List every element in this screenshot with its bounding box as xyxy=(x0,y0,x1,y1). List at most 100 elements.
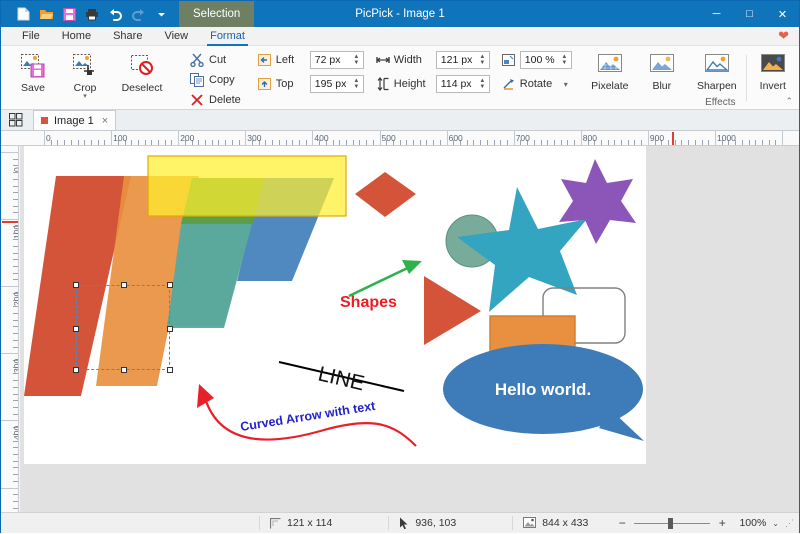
undo-icon[interactable] xyxy=(107,6,123,22)
open-icon[interactable] xyxy=(38,6,54,22)
ruler-minor-tick xyxy=(64,140,65,145)
document-tab-strip: Image 1 × xyxy=(1,110,799,131)
minimize-button[interactable]: ─ xyxy=(700,1,733,27)
ruler-minor-tick xyxy=(13,461,18,462)
crop-icon xyxy=(71,53,99,79)
ruler-minor-tick xyxy=(13,407,18,408)
ruler-minor-tick xyxy=(13,320,18,321)
height-spinner[interactable]: ▲▼ xyxy=(478,78,489,90)
rotate-chevron-down-icon[interactable]: ▾ xyxy=(564,80,568,89)
ruler-minor-tick xyxy=(561,140,562,145)
scale-spinner[interactable]: ▲▼ xyxy=(560,54,571,66)
ruler-minor-tick xyxy=(225,140,226,145)
ruler-minor-tick xyxy=(634,140,635,145)
ruler-minor-tick xyxy=(13,259,18,260)
ruler-minor-tick xyxy=(494,140,495,145)
copy-button[interactable]: Copy xyxy=(185,70,240,89)
height-field-row: Height 114 px ▲▼ xyxy=(376,74,490,94)
ruler-minor-tick xyxy=(286,140,287,145)
ruler-minor-tick xyxy=(702,140,703,145)
left-label: Left xyxy=(276,54,306,66)
width-spinner[interactable]: ▲▼ xyxy=(478,54,489,66)
canvas-work-area[interactable]: Hello world. LINE Shapes Curved Arrow wi… xyxy=(20,146,799,512)
delete-x-icon xyxy=(190,93,204,107)
cursor-position-status: 936, 103 xyxy=(389,513,466,534)
ruler-label: 100 xyxy=(12,225,19,239)
ruler-minor-tick xyxy=(353,140,354,145)
sharpen-label: Sharpen xyxy=(697,80,737,92)
zoom-field-row: 100 % ▲▼ xyxy=(502,50,572,70)
ribbon-collapse-chevron-icon[interactable]: ⌃ xyxy=(785,96,793,107)
ruler-major-tick xyxy=(1,353,19,354)
zoom-slider[interactable] xyxy=(634,518,710,529)
redo-icon[interactable] xyxy=(130,6,146,22)
top-label: Top xyxy=(276,78,306,90)
menu-format[interactable]: Format xyxy=(199,27,256,46)
height-label: Height xyxy=(394,78,432,90)
zoom-slider-thumb[interactable] xyxy=(668,518,673,529)
resize-grip-icon[interactable]: ⋰ xyxy=(785,518,793,529)
ruler-major-tick xyxy=(245,131,246,146)
maximize-button[interactable]: □ xyxy=(733,1,766,27)
thumbnail-grid-icon[interactable] xyxy=(5,110,27,130)
top-align-icon xyxy=(258,77,272,91)
ruler-label: 800 xyxy=(583,133,597,143)
ruler-label: 500 xyxy=(382,133,396,143)
zoom-in-button[interactable]: + xyxy=(716,516,728,530)
menu-view[interactable]: View xyxy=(153,27,199,46)
image-canvas[interactable]: Hello world. LINE Shapes Curved Arrow wi… xyxy=(24,146,646,464)
menu-file[interactable]: File xyxy=(11,27,51,46)
copy-icon xyxy=(190,73,204,87)
selection-mode-tab[interactable]: Selection xyxy=(179,1,254,27)
zoom-out-button[interactable]: − xyxy=(616,516,628,530)
document-tab-image-1[interactable]: Image 1 × xyxy=(33,110,116,130)
vertical-ruler[interactable]: 0100200300400 xyxy=(1,146,19,512)
scale-input[interactable]: 100 % ▲▼ xyxy=(520,51,572,69)
left-input[interactable]: 72 px ▲▼ xyxy=(310,51,364,69)
ruler-label: 0 xyxy=(46,133,51,143)
ruler-minor-tick xyxy=(13,474,18,475)
ruler-major-tick xyxy=(1,152,19,153)
ruler-minor-tick xyxy=(13,239,18,240)
ruler-minor-tick xyxy=(13,454,18,455)
menu-share[interactable]: Share xyxy=(102,27,153,46)
top-spinner[interactable]: ▲▼ xyxy=(352,78,363,90)
print-icon[interactable] xyxy=(84,6,100,22)
height-value: 114 px xyxy=(441,78,472,90)
new-icon[interactable] xyxy=(15,6,31,22)
ruler-label: 0 xyxy=(12,167,19,172)
ruler-minor-tick xyxy=(574,140,575,145)
modified-indicator-icon xyxy=(41,117,48,124)
ruler-minor-tick xyxy=(279,140,280,145)
close-tab-icon[interactable]: × xyxy=(102,115,108,127)
ruler-minor-tick xyxy=(433,140,434,145)
ruler-minor-tick xyxy=(145,140,146,145)
menu-home[interactable]: Home xyxy=(51,27,102,46)
horizontal-ruler[interactable]: 01002003004005006007008009001000 xyxy=(1,131,799,146)
pixelate-icon xyxy=(595,53,625,77)
close-button[interactable]: ✕ xyxy=(766,1,799,27)
customize-icon[interactable] xyxy=(153,6,169,22)
ruler-minor-tick xyxy=(359,140,360,145)
deselect-button[interactable]: Deselect xyxy=(111,49,173,105)
save-icon[interactable] xyxy=(61,6,77,22)
save-button-label: Save xyxy=(21,82,45,94)
cut-button[interactable]: Cut xyxy=(185,50,231,69)
ruler-major-tick xyxy=(111,131,112,146)
rotate-row[interactable]: Rotate ▾ xyxy=(502,74,568,94)
crop-button[interactable]: Crop ▾ xyxy=(59,49,111,105)
scissors-icon xyxy=(190,53,204,67)
heart-icon[interactable]: ❤ xyxy=(778,28,789,44)
left-spinner[interactable]: ▲▼ xyxy=(352,54,363,66)
ruler-minor-tick xyxy=(13,494,18,495)
ribbon-group-position: Left 72 px ▲▼ Top 195 px ▲▼ xyxy=(252,46,370,109)
zoom-chevron-down-icon[interactable]: ⌄ xyxy=(772,519,779,528)
width-input[interactable]: 121 px ▲▼ xyxy=(436,51,490,69)
chevron-down-icon[interactable]: ▾ xyxy=(83,94,87,100)
save-button[interactable]: Save xyxy=(7,49,59,105)
delete-button[interactable]: Delete xyxy=(185,90,246,109)
height-input[interactable]: 114 px ▲▼ xyxy=(436,75,490,93)
top-input[interactable]: 195 px ▲▼ xyxy=(310,75,364,93)
ruler-label: 200 xyxy=(180,133,194,143)
selection-size-status: 121 x 114 xyxy=(260,513,342,534)
